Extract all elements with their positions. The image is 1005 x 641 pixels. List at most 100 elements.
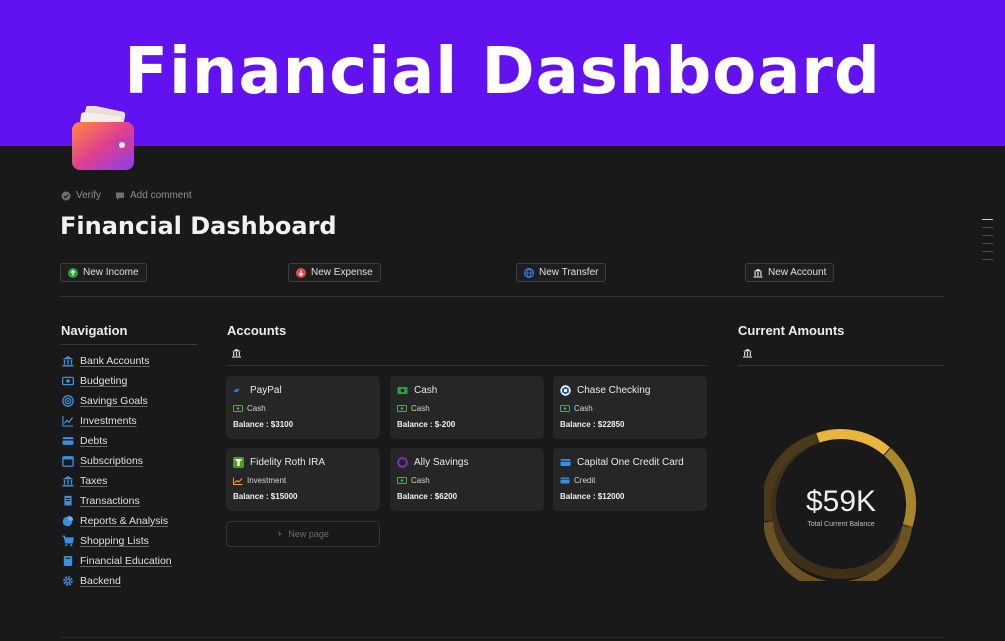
nav-item-reports-analysis[interactable]: Reports & Analysis: [62, 511, 172, 531]
nav-item-savings-goals[interactable]: Savings Goals: [62, 391, 172, 411]
nav-item-label: Bank Accounts: [80, 355, 150, 367]
nav-item-backend[interactable]: Backend: [62, 571, 172, 591]
verify-button[interactable]: Verify: [61, 190, 101, 201]
page-title: Financial Dashboard: [60, 212, 337, 240]
account-type: Investment: [247, 476, 287, 485]
toc-line: [982, 243, 993, 244]
account-balance: Balance : $3100: [233, 420, 294, 429]
nav-item-financial-education[interactable]: Financial Education: [62, 551, 172, 571]
account-card-ally-savings[interactable]: Ally Savings Cash Balance : $6200: [390, 448, 544, 511]
account-name: PayPal: [250, 385, 282, 396]
table-of-contents[interactable]: [982, 219, 993, 267]
new-transfer-label: New Transfer: [539, 267, 599, 278]
pie-chart-icon: [62, 515, 74, 527]
gauge-segment: [884, 448, 916, 528]
chase-icon: [560, 385, 571, 396]
fidelity-icon: [233, 457, 244, 468]
add-comment-label: Add comment: [130, 190, 192, 201]
new-expense-button[interactable]: New Expense: [288, 263, 381, 282]
receipt-icon: [62, 495, 74, 507]
new-income-label: New Income: [83, 267, 139, 278]
nav-item-label: Investments: [80, 415, 137, 427]
cash-icon: [397, 387, 408, 394]
account-type: Credit: [574, 476, 596, 485]
nav-item-label: Taxes: [80, 475, 108, 487]
new-page-label: New page: [288, 529, 329, 539]
bank-icon: [743, 348, 752, 358]
account-name: Fidelity Roth IRA: [250, 457, 326, 468]
nav-item-transactions[interactable]: Transactions: [62, 491, 172, 511]
ally-icon: [397, 457, 408, 468]
nav-item-label: Reports & Analysis: [80, 515, 169, 527]
page-meta-row: Verify Add comment: [61, 190, 192, 201]
credit-card-icon: [560, 459, 571, 466]
gear-icon: [62, 575, 74, 587]
cash-icon: [397, 477, 407, 484]
nav-item-label: Savings Goals: [80, 395, 148, 407]
nav-item-bank-accounts[interactable]: Bank Accounts: [62, 351, 172, 371]
nav-item-shopping-lists[interactable]: Shopping Lists: [62, 531, 172, 551]
cash-icon: [560, 405, 570, 412]
current-amounts-underline: [738, 365, 944, 366]
check-badge-icon: [61, 191, 71, 200]
accounts-heading: Accounts: [227, 323, 287, 338]
bank-icon: [753, 268, 763, 278]
account-card-paypal[interactable]: PayPal Cash Balance : $3100: [226, 376, 380, 439]
nav-item-budgeting[interactable]: Budgeting: [62, 371, 172, 391]
new-account-label: New Account: [768, 267, 827, 278]
toc-line: [982, 219, 993, 220]
account-type: Cash: [411, 404, 430, 413]
nav-item-subscriptions[interactable]: Subscriptions: [62, 451, 172, 471]
account-balance: Balance : $22850: [560, 420, 625, 429]
cart-icon: [62, 535, 74, 547]
new-page-button[interactable]: + New page: [226, 521, 380, 547]
bank-icon: [232, 348, 241, 358]
wallet-icon[interactable]: [70, 106, 138, 172]
navigation-heading: Navigation: [61, 323, 128, 338]
accounts-underline: [227, 365, 707, 366]
total-balance-gauge: $59K Total Current Balance: [764, 429, 916, 581]
nav-item-investments[interactable]: Investments: [62, 411, 172, 431]
new-income-button[interactable]: New Income: [60, 263, 147, 282]
toc-line: [982, 259, 993, 260]
globe-icon: [524, 267, 534, 278]
gauge-segment: [816, 429, 890, 455]
target-icon: [62, 395, 74, 407]
account-balance: Balance : $15000: [233, 492, 298, 501]
account-name: Ally Savings: [414, 457, 469, 468]
nav-item-label: Budgeting: [80, 375, 128, 387]
plus-icon: +: [277, 529, 283, 539]
nav-item-debts[interactable]: Debts: [62, 431, 172, 451]
account-name: Chase Checking: [577, 385, 651, 396]
new-transfer-button[interactable]: New Transfer: [516, 263, 607, 282]
money-icon: [62, 375, 74, 387]
account-type: Cash: [574, 404, 593, 413]
nav-item-label: Backend: [80, 575, 121, 587]
account-type: Cash: [247, 404, 266, 413]
nav-item-taxes[interactable]: Taxes: [62, 471, 172, 491]
toc-line: [982, 251, 993, 252]
cash-icon: [397, 405, 407, 412]
account-card-fidelity-roth-ira[interactable]: Fidelity Roth IRA Investment Balance : $…: [226, 448, 380, 511]
cash-icon: [233, 405, 243, 412]
account-card-chase-checking[interactable]: Chase Checking Cash Balance : $22850: [553, 376, 707, 439]
chart-line-icon: [233, 477, 243, 485]
total-caption: Total Current Balance: [807, 521, 874, 528]
bottom-divider: [60, 637, 944, 638]
banner-title: Financial Dashboard: [124, 35, 881, 109]
comment-icon: [116, 192, 125, 200]
account-card-capital-one-credit-card[interactable]: Capital One Credit Card Credit Balance :…: [553, 448, 707, 511]
new-expense-label: New Expense: [311, 267, 373, 278]
account-type: Cash: [411, 476, 430, 485]
account-card-cash[interactable]: Cash Cash Balance : $-200: [390, 376, 544, 439]
nav-item-label: Debts: [80, 435, 108, 447]
navigation-list: Bank Accounts Budgeting Savings Goals In…: [62, 351, 172, 591]
credit-card-icon: [62, 435, 74, 447]
account-name: Capital One Credit Card: [577, 457, 684, 468]
account-balance: Balance : $6200: [397, 492, 458, 501]
add-comment-button[interactable]: Add comment: [115, 190, 192, 201]
government-icon: [62, 475, 74, 487]
toc-line: [982, 227, 993, 228]
account-balance: Balance : $-200: [397, 420, 456, 429]
new-account-button[interactable]: New Account: [745, 263, 835, 282]
